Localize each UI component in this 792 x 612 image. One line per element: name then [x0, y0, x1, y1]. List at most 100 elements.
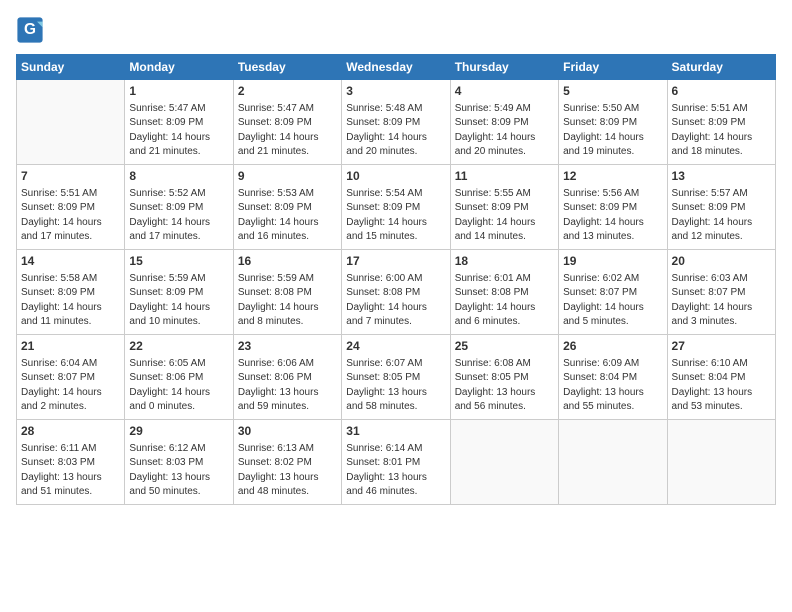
calendar-cell: [559, 420, 667, 505]
header: G: [16, 16, 776, 44]
day-info: Sunrise: 5:52 AM Sunset: 8:09 PM Dayligh…: [129, 187, 228, 245]
day-info: Sunrise: 5:56 AM Sunset: 8:09 PM Dayligh…: [563, 187, 662, 245]
day-info: Sunrise: 6:14 AM Sunset: 8:01 PM Dayligh…: [346, 442, 445, 500]
calendar-cell: 2 Sunrise: 5:47 AM Sunset: 8:09 PM Daylig…: [233, 80, 341, 165]
day-info: Sunrise: 6:00 AM Sunset: 8:08 PM Dayligh…: [346, 272, 445, 330]
calendar-cell: 17 Sunrise: 6:00 AM Sunset: 8:08 PM Dayli…: [342, 250, 450, 335]
day-info: Sunrise: 6:08 AM Sunset: 8:05 PM Dayligh…: [455, 357, 554, 415]
day-info: Sunrise: 6:03 AM Sunset: 8:07 PM Dayligh…: [672, 272, 771, 330]
day-info: Sunrise: 6:02 AM Sunset: 8:07 PM Dayligh…: [563, 272, 662, 330]
calendar-cell: 1 Sunrise: 5:47 AM Sunset: 8:09 PM Daylig…: [125, 80, 233, 165]
header-day-wednesday: Wednesday: [342, 55, 450, 80]
calendar-cell: 29Sunrise: 6:12 AM Sunset: 8:03 PM Dayli…: [125, 420, 233, 505]
header-day-thursday: Thursday: [450, 55, 558, 80]
day-number: 16: [238, 253, 337, 270]
day-number: 17: [346, 253, 445, 270]
calendar-cell: 4 Sunrise: 5:49 AM Sunset: 8:09 PM Daylig…: [450, 80, 558, 165]
header-day-monday: Monday: [125, 55, 233, 80]
day-info: Sunrise: 5:54 AM Sunset: 8:09 PM Dayligh…: [346, 187, 445, 245]
calendar-cell: 8 Sunrise: 5:52 AM Sunset: 8:09 PM Daylig…: [125, 165, 233, 250]
calendar-cell: 7Sunrise: 5:51 AM Sunset: 8:09 PM Daylig…: [17, 165, 125, 250]
day-info: Sunrise: 6:09 AM Sunset: 8:04 PM Dayligh…: [563, 357, 662, 415]
day-info: Sunrise: 5:48 AM Sunset: 8:09 PM Dayligh…: [346, 102, 445, 160]
calendar-cell: 19 Sunrise: 6:02 AM Sunset: 8:07 PM Dayli…: [559, 250, 667, 335]
day-number: 12: [563, 168, 662, 185]
calendar-cell: [667, 420, 775, 505]
day-info: Sunrise: 5:57 AM Sunset: 8:09 PM Dayligh…: [672, 187, 771, 245]
day-info: Sunrise: 5:55 AM Sunset: 8:09 PM Dayligh…: [455, 187, 554, 245]
day-number: 29: [129, 423, 228, 440]
day-number: 13: [672, 168, 771, 185]
calendar-week-row: 14 Sunrise: 5:58 AM Sunset: 8:09 PM Dayli…: [17, 250, 776, 335]
calendar-cell: 5Sunrise: 5:50 AM Sunset: 8:09 PM Daylig…: [559, 80, 667, 165]
logo: G: [16, 16, 48, 44]
calendar-cell: 14 Sunrise: 5:58 AM Sunset: 8:09 PM Dayli…: [17, 250, 125, 335]
day-info: Sunrise: 6:06 AM Sunset: 8:06 PM Dayligh…: [238, 357, 337, 415]
calendar-cell: 11 Sunrise: 5:55 AM Sunset: 8:09 PM Dayli…: [450, 165, 558, 250]
day-info: Sunrise: 6:11 AM Sunset: 8:03 PM Dayligh…: [21, 442, 120, 500]
calendar-week-row: 1 Sunrise: 5:47 AM Sunset: 8:09 PM Daylig…: [17, 80, 776, 165]
calendar-header-row: SundayMondayTuesdayWednesdayThursdayFrid…: [17, 55, 776, 80]
day-number: 8: [129, 168, 228, 185]
day-number: 15: [129, 253, 228, 270]
day-number: 25: [455, 338, 554, 355]
day-number: 4: [455, 83, 554, 100]
calendar-cell: 30 Sunrise: 6:13 AM Sunset: 8:02 PM Dayli…: [233, 420, 341, 505]
calendar-cell: 6 Sunrise: 5:51 AM Sunset: 8:09 PM Daylig…: [667, 80, 775, 165]
day-number: 22: [129, 338, 228, 355]
day-number: 10: [346, 168, 445, 185]
day-number: 2: [238, 83, 337, 100]
day-info: Sunrise: 5:49 AM Sunset: 8:09 PM Dayligh…: [455, 102, 554, 160]
header-day-sunday: Sunday: [17, 55, 125, 80]
calendar-cell: 25 Sunrise: 6:08 AM Sunset: 8:05 PM Dayli…: [450, 335, 558, 420]
calendar-cell: 27 Sunrise: 6:10 AM Sunset: 8:04 PM Dayli…: [667, 335, 775, 420]
calendar-week-row: 21Sunrise: 6:04 AM Sunset: 8:07 PM Dayli…: [17, 335, 776, 420]
calendar-cell: 23Sunrise: 6:06 AM Sunset: 8:06 PM Dayli…: [233, 335, 341, 420]
calendar-cell: 26Sunrise: 6:09 AM Sunset: 8:04 PM Dayli…: [559, 335, 667, 420]
day-number: 1: [129, 83, 228, 100]
day-number: 18: [455, 253, 554, 270]
header-day-tuesday: Tuesday: [233, 55, 341, 80]
calendar-cell: [450, 420, 558, 505]
day-number: 9: [238, 168, 337, 185]
day-number: 28: [21, 423, 120, 440]
day-number: 19: [563, 253, 662, 270]
day-info: Sunrise: 5:58 AM Sunset: 8:09 PM Dayligh…: [21, 272, 120, 330]
calendar-week-row: 7Sunrise: 5:51 AM Sunset: 8:09 PM Daylig…: [17, 165, 776, 250]
calendar-cell: 16Sunrise: 5:59 AM Sunset: 8:08 PM Dayli…: [233, 250, 341, 335]
day-info: Sunrise: 6:10 AM Sunset: 8:04 PM Dayligh…: [672, 357, 771, 415]
day-number: 27: [672, 338, 771, 355]
day-number: 11: [455, 168, 554, 185]
day-number: 7: [21, 168, 120, 185]
day-number: 30: [238, 423, 337, 440]
calendar-cell: 13 Sunrise: 5:57 AM Sunset: 8:09 PM Dayli…: [667, 165, 775, 250]
calendar-cell: 31 Sunrise: 6:14 AM Sunset: 8:01 PM Dayli…: [342, 420, 450, 505]
calendar-cell: 22 Sunrise: 6:05 AM Sunset: 8:06 PM Dayli…: [125, 335, 233, 420]
day-number: 6: [672, 83, 771, 100]
day-number: 31: [346, 423, 445, 440]
day-info: Sunrise: 5:47 AM Sunset: 8:09 PM Dayligh…: [129, 102, 228, 160]
day-info: Sunrise: 5:59 AM Sunset: 8:09 PM Dayligh…: [129, 272, 228, 330]
day-info: Sunrise: 5:47 AM Sunset: 8:09 PM Dayligh…: [238, 102, 337, 160]
calendar-cell: 15 Sunrise: 5:59 AM Sunset: 8:09 PM Dayli…: [125, 250, 233, 335]
logo-icon: G: [16, 16, 44, 44]
calendar-cell: 10 Sunrise: 5:54 AM Sunset: 8:09 PM Dayli…: [342, 165, 450, 250]
day-number: 20: [672, 253, 771, 270]
svg-text:G: G: [24, 21, 36, 38]
day-info: Sunrise: 6:05 AM Sunset: 8:06 PM Dayligh…: [129, 357, 228, 415]
header-day-friday: Friday: [559, 55, 667, 80]
day-number: 3: [346, 83, 445, 100]
header-day-saturday: Saturday: [667, 55, 775, 80]
calendar-cell: 3 Sunrise: 5:48 AM Sunset: 8:09 PM Daylig…: [342, 80, 450, 165]
calendar-cell: 21Sunrise: 6:04 AM Sunset: 8:07 PM Dayli…: [17, 335, 125, 420]
day-info: Sunrise: 5:53 AM Sunset: 8:09 PM Dayligh…: [238, 187, 337, 245]
calendar-cell: 9 Sunrise: 5:53 AM Sunset: 8:09 PM Daylig…: [233, 165, 341, 250]
calendar-cell: [17, 80, 125, 165]
day-info: Sunrise: 5:51 AM Sunset: 8:09 PM Dayligh…: [672, 102, 771, 160]
calendar-cell: 18Sunrise: 6:01 AM Sunset: 8:08 PM Dayli…: [450, 250, 558, 335]
calendar-cell: 24Sunrise: 6:07 AM Sunset: 8:05 PM Dayli…: [342, 335, 450, 420]
day-info: Sunrise: 6:04 AM Sunset: 8:07 PM Dayligh…: [21, 357, 120, 415]
day-number: 14: [21, 253, 120, 270]
day-info: Sunrise: 6:13 AM Sunset: 8:02 PM Dayligh…: [238, 442, 337, 500]
day-number: 5: [563, 83, 662, 100]
